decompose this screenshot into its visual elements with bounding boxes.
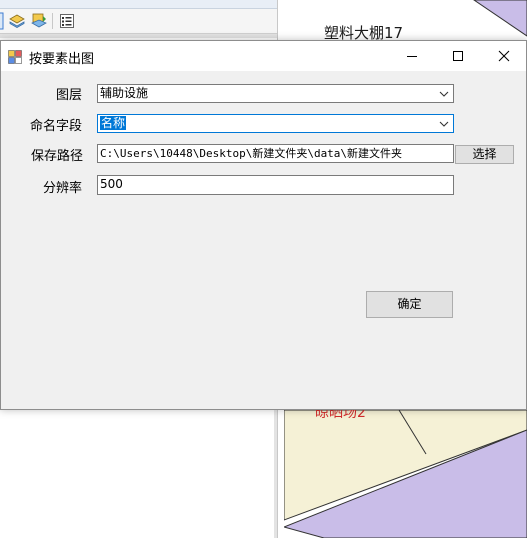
resolution-input[interactable]: 500: [97, 175, 454, 195]
minimize-button[interactable]: [389, 41, 435, 71]
toolbar-separator: [52, 13, 53, 29]
chevron-down-icon: [439, 121, 449, 127]
background-title-strip: [0, 0, 277, 9]
close-icon: [498, 50, 510, 62]
minimize-icon: [407, 56, 417, 57]
save-path-label: 保存路径: [30, 149, 83, 164]
browse-button[interactable]: 选择: [455, 145, 514, 164]
name-field-combobox-value: 名称: [100, 116, 127, 130]
export-by-feature-dialog: 按要素出图 图层 辅助设施 命名字段 名称 保存路径 C:\Users\1044…: [0, 40, 527, 410]
attribute-list-icon[interactable]: [58, 12, 76, 30]
layer-combobox[interactable]: 辅助设施: [97, 84, 454, 103]
background-toolbar: [0, 9, 277, 34]
chevron-down-icon: [439, 91, 449, 97]
name-field-combobox[interactable]: 名称: [97, 114, 454, 133]
background-panel-divider: [0, 34, 277, 38]
maximize-button[interactable]: [435, 41, 481, 71]
app-form-icon: [8, 49, 22, 64]
layer-label: 图层: [55, 88, 82, 103]
dialog-title: 按要素出图: [29, 52, 95, 67]
save-path-input[interactable]: C:\Users\10448\Desktop\新建文件夹\data\新建文件夹: [97, 144, 454, 163]
layer-combobox-value: 辅助设施: [100, 86, 149, 100]
export-layer-icon[interactable]: [30, 12, 48, 30]
layers-icon[interactable]: [8, 12, 26, 30]
resolution-label: 分辨率: [42, 181, 82, 196]
dialog-titlebar[interactable]: 按要素出图: [1, 41, 526, 71]
name-field-label: 命名字段: [29, 119, 82, 134]
confirm-button[interactable]: 确定: [366, 291, 453, 318]
maximize-icon: [453, 51, 463, 61]
close-button[interactable]: [481, 41, 527, 71]
